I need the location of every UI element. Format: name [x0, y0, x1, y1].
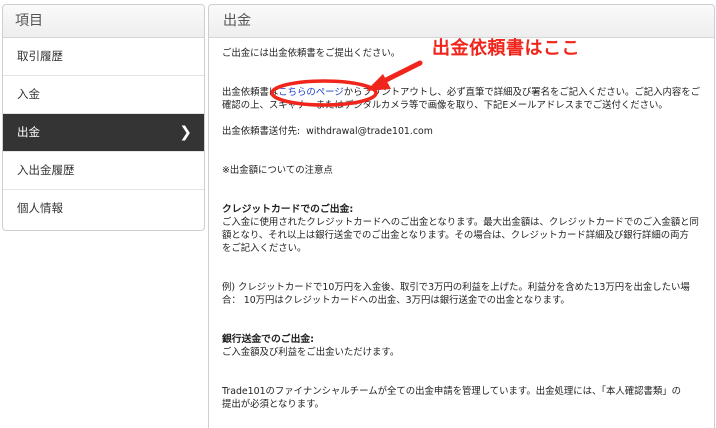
final-line: 提出が必須となります。 — [222, 399, 324, 410]
sidebar-item-label: 出金 — [17, 125, 40, 139]
form-instructions-prefix: 出金依頼書は — [222, 87, 279, 98]
credit-line: をご記入ください。 — [222, 243, 307, 254]
main-panel: 出金 ご出金には出金依頼書をご提出ください。 出金依頼書はこちらのページからプリ… — [208, 4, 715, 428]
email-address: withdrawal@trade101.com — [306, 126, 433, 137]
annotation-label: 出金依頼書はここ — [432, 38, 580, 59]
sidebar-item-trade-history[interactable]: 取引履歴 — [3, 38, 204, 76]
sidebar-header: 項目 — [3, 5, 204, 38]
sidebar-item-label: 取引履歴 — [17, 49, 63, 63]
bank-line: ご入金額及び利益をご出金いただけます。 — [222, 347, 400, 358]
example-line: 合： 10万円はクレジットカードへの出金、3万円は銀行送金での出金となります。 — [222, 295, 570, 306]
chevron-right-icon: ❯ — [179, 123, 192, 141]
email-label: 出金依頼書送付先: — [222, 126, 301, 137]
credit-line: ご入金に使用されたクレジットカードへのご出金となります。最大出金額は、クレジット… — [222, 217, 699, 228]
email-row: 出金依頼書送付先: withdrawal@trade101.com — [222, 125, 704, 138]
form-instructions-suffix: からプリントアウトし、必ず直筆で詳細及び署名をご記入ください。ご記入内容をご — [343, 87, 700, 98]
example-line: 例) クレジットカードで10万円を入金後、取引で3万円の利益を上げた。利益分を含… — [222, 282, 690, 293]
form-page-link[interactable]: こちらのページ — [278, 87, 343, 98]
sidebar-item-personal-info[interactable]: 個人情報 — [3, 190, 204, 227]
sidebar-item-transaction-history[interactable]: 入出金履歴 — [3, 152, 204, 190]
sidebar-item-label: 個人情報 — [17, 201, 63, 215]
sidebar: 項目 取引履歴 入金 出金 ❯ 入出金履歴 個人情報 — [2, 4, 205, 231]
sidebar-item-label: 入出金履歴 — [17, 163, 75, 177]
sidebar-item-label: 入金 — [17, 87, 40, 101]
credit-line: 額となり、それ以上は銀行送金でのご出金となります。その場合は、クレジットカード詳… — [222, 230, 689, 241]
withdrawal-content: ご出金には出金依頼書をご提出ください。 出金依頼書はこちらのページからプリントア… — [222, 47, 704, 411]
form-instructions: 出金依頼書はこちらのページからプリントアウトし、必ず直筆で詳細及び署名をご記入く… — [222, 86, 704, 99]
final-line: Trade101のファイナンシャルチームが全ての出金申請を管理しています。出金処… — [222, 386, 682, 397]
notice-text: ※出金額についての注意点 — [222, 165, 333, 176]
bank-heading: 銀行送金でのご出金: — [222, 334, 315, 345]
sidebar-item-withdrawal[interactable]: 出金 ❯ — [3, 114, 204, 152]
form-instructions-line2: 確認の上、スキャナーまたはデジタルカメラ等で画像を取り、下記Eメールアドレスまで… — [222, 100, 668, 111]
credit-heading: クレジットカードでのご出金: — [222, 204, 354, 215]
sidebar-item-deposit[interactable]: 入金 — [3, 76, 204, 114]
